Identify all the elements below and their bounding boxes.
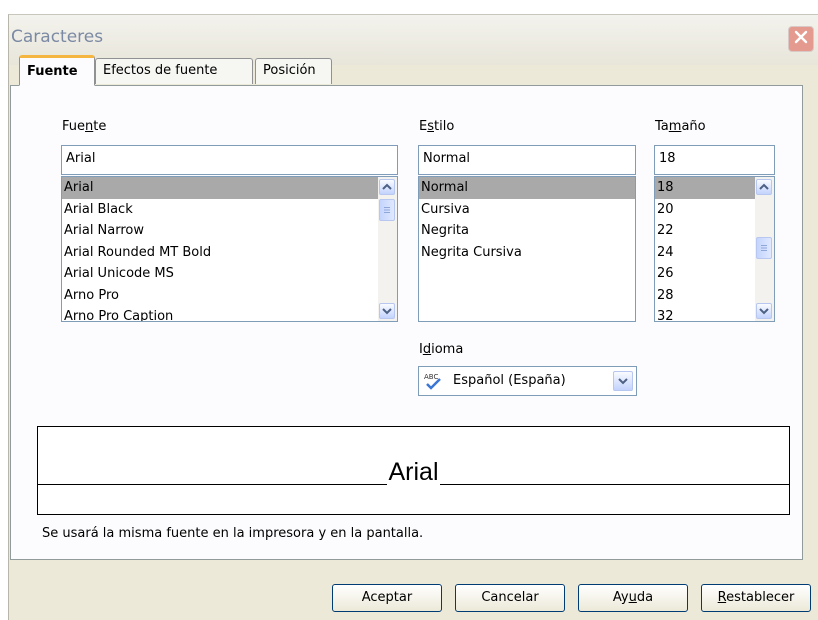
list-item[interactable]: Arial Unicode MS xyxy=(62,263,397,285)
scroll-down-button[interactable] xyxy=(756,303,772,319)
preview-text: Arial xyxy=(387,458,440,486)
list-item[interactable]: Cursiva xyxy=(419,199,635,221)
list-item[interactable]: Arial xyxy=(62,177,397,199)
chevron-up-icon xyxy=(759,180,769,195)
font-preview: Arial xyxy=(37,426,790,515)
list-item[interactable]: Arial Black xyxy=(62,199,397,221)
tab-efectos-de-fuente[interactable]: Efectos de fuente xyxy=(95,58,253,84)
svg-text:ABC: ABC xyxy=(424,373,438,381)
info-text: Se usará la misma fuente en la impresora… xyxy=(42,526,424,541)
window-title: Caracteres xyxy=(11,27,104,47)
list-item[interactable]: Normal xyxy=(419,177,635,199)
list-item[interactable]: Negrita xyxy=(419,220,635,242)
font-label: Fuente xyxy=(62,119,107,134)
list-item[interactable]: Arno Pro xyxy=(62,285,397,307)
language-dropdown-button[interactable] xyxy=(613,371,633,391)
list-item[interactable]: Arial Narrow xyxy=(62,220,397,242)
grip-icon xyxy=(383,203,391,218)
chevron-down-icon xyxy=(759,304,769,319)
abc-spellcheck-icon: ABC xyxy=(424,372,444,394)
language-value: Español (España) xyxy=(453,373,566,388)
font-name-input[interactable]: Arial xyxy=(61,145,398,175)
font-list-scrollbar[interactable] xyxy=(378,177,397,321)
scroll-thumb[interactable] xyxy=(379,199,395,221)
tab-label: Fuente xyxy=(27,64,78,79)
tab-label: Posición xyxy=(263,63,316,78)
size-list-scrollbar[interactable] xyxy=(755,177,774,321)
cancel-button[interactable]: Cancelar xyxy=(455,584,565,612)
list-item[interactable]: Arno Pro Caption xyxy=(62,306,397,321)
style-input[interactable]: Normal xyxy=(418,145,636,175)
tab-fuente[interactable]: Fuente xyxy=(19,55,95,86)
grip-icon xyxy=(760,241,768,256)
scroll-up-button[interactable] xyxy=(379,179,395,195)
reset-button[interactable]: Restablecer xyxy=(701,584,811,612)
size-list[interactable]: 18 20 22 24 26 28 32 xyxy=(654,176,775,322)
language-select[interactable]: ABC Español (España) xyxy=(418,366,637,396)
tab-posicion[interactable]: Posición xyxy=(255,58,332,84)
list-item[interactable]: Arial Rounded MT Bold xyxy=(62,242,397,264)
help-button[interactable]: Ayuda xyxy=(578,584,688,612)
chevron-down-icon xyxy=(382,304,392,319)
size-label: Tamaño xyxy=(655,119,706,134)
close-icon xyxy=(793,29,809,49)
tab-label: Efectos de fuente xyxy=(103,63,218,78)
chevron-down-icon xyxy=(618,374,628,389)
close-button[interactable] xyxy=(788,26,814,52)
accept-button[interactable]: Aceptar xyxy=(332,584,442,612)
style-label: Estilo xyxy=(419,119,455,134)
chevron-up-icon xyxy=(382,180,392,195)
style-list[interactable]: Normal Cursiva Negrita Negrita Cursiva xyxy=(418,176,636,322)
list-item[interactable]: Negrita Cursiva xyxy=(419,242,635,264)
size-input[interactable]: 18 xyxy=(654,145,775,175)
scroll-down-button[interactable] xyxy=(379,303,395,319)
scroll-thumb[interactable] xyxy=(756,237,772,259)
language-label: Idioma xyxy=(419,342,464,357)
font-list[interactable]: Arial Arial Black Arial Narrow Arial Rou… xyxy=(61,176,398,322)
scroll-up-button[interactable] xyxy=(756,179,772,195)
